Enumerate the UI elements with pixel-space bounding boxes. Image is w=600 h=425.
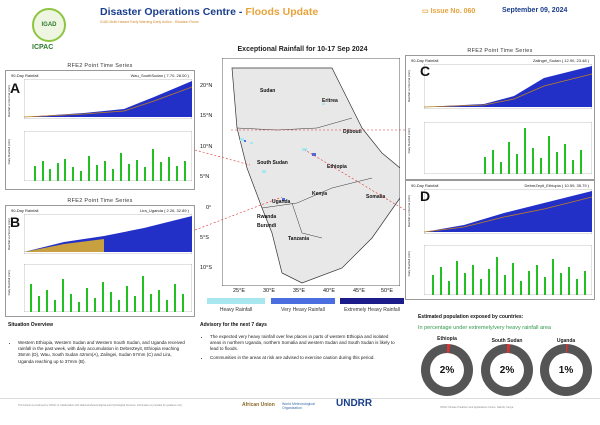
rainfall-map: Exceptional Rainfall for 10-17 Sep 2024 … bbox=[200, 46, 405, 316]
country-label-djibouti: Djibouti bbox=[343, 129, 362, 135]
panel-b-label: B bbox=[10, 214, 21, 230]
panel-b-y-bottom: Daily Rainfall (mm) bbox=[7, 270, 11, 296]
panel-d-cumulative-chart bbox=[424, 189, 592, 234]
advisory-text: The expected very heavy rainfall over fe… bbox=[200, 334, 400, 363]
legend-very-heavy-swatch bbox=[271, 298, 335, 304]
country-label-ethiopia: Ethiopia bbox=[327, 164, 347, 170]
panel-d-daily-chart bbox=[424, 245, 592, 295]
footer-left-text: This bulletin is produced by ICPAC in co… bbox=[18, 404, 183, 407]
igad-logo: IGAD bbox=[32, 8, 66, 42]
page-title: Disaster Operations Centre - Floods Upda… bbox=[100, 6, 319, 18]
country-label-burundi: Burundi bbox=[257, 223, 277, 229]
panel-d-y-top: Rainfall vs Normal (mm) bbox=[407, 195, 411, 228]
panel-d-right: DebreZeyit_Ethiopia ( 10.59, 35.79 ) bbox=[524, 183, 589, 188]
panel-d: 90-Day Rainfall DebreZeyit_Ethiopia ( 10… bbox=[405, 180, 595, 300]
panel-a: RFE2 Point Time Series 90-Day Rainfall W… bbox=[5, 63, 195, 190]
panel-a-left: 90-Day Rainfall bbox=[11, 73, 39, 78]
panel-b-cumulative-chart bbox=[24, 214, 192, 254]
lat-tick: 15°N bbox=[200, 113, 213, 119]
panel-a-bars bbox=[34, 149, 186, 181]
panel-b-bars bbox=[30, 276, 184, 312]
panel-b-right: Lira_Uganda ( 2.26, 32.89 ) bbox=[140, 208, 189, 213]
page-subtitle: IGAD Multi-Hazard Early Warning Early Ac… bbox=[100, 20, 199, 24]
lat-tick: 5°S bbox=[200, 235, 209, 241]
donut-ethiopia-value: 2% bbox=[430, 353, 464, 387]
issue-icon: ▭ bbox=[422, 8, 429, 15]
issue-number: ▭ Issue No. 060 bbox=[422, 8, 476, 15]
legend-heavy-swatch bbox=[207, 298, 265, 304]
lat-tick: 10°N bbox=[200, 144, 213, 150]
panel-a-cumulative-chart bbox=[24, 79, 192, 119]
lon-tick: 30°E bbox=[263, 288, 275, 294]
country-label-rwanda: Rwanda bbox=[257, 214, 277, 220]
advisory-heading: Advisory for the next 7 days bbox=[200, 322, 267, 328]
population-heading: Estimated population exposed by countrie… bbox=[418, 314, 524, 320]
panel-b-title: RFE2 Point Time Series bbox=[67, 198, 133, 204]
donut-uganda-value: 1% bbox=[549, 353, 583, 387]
country-label-somalia: Somalia bbox=[366, 194, 386, 200]
panel-a-y-bottom: Daily Rainfall (mm) bbox=[7, 139, 11, 165]
lat-tick: 10°S bbox=[200, 265, 212, 271]
lat-tick: 20°N bbox=[200, 83, 213, 89]
situation-text: Western Ethiopia, Western Sudan and West… bbox=[8, 340, 186, 367]
panel-c-bars bbox=[484, 128, 582, 174]
footer-right-text: ICPAC Climate Prediction and Application… bbox=[440, 406, 514, 409]
country-label-south-sudan: South Sudan bbox=[257, 160, 288, 166]
panel-a-daily-chart bbox=[24, 131, 192, 181]
panel-b-left: 90-Day Rainfall bbox=[11, 208, 39, 213]
donut-south-sudan: 2% bbox=[481, 344, 533, 396]
map-title: Exceptional Rainfall for 10-17 Sep 2024 bbox=[237, 46, 368, 53]
lon-tick: 35°E bbox=[293, 288, 305, 294]
panel-d-y-bottom: Daily Rainfall (mm) bbox=[407, 251, 411, 277]
situation-heading: Situation Overview bbox=[8, 322, 54, 328]
lon-tick: 40°E bbox=[323, 288, 335, 294]
map-svg bbox=[222, 58, 400, 286]
panel-c-y-bottom: Daily Rainfall (mm) bbox=[407, 128, 411, 154]
country-label-eritrea: Eritrea bbox=[322, 98, 338, 104]
donut-south-sudan-value: 2% bbox=[490, 353, 524, 387]
country-label-kenya: Kenya bbox=[312, 191, 328, 197]
population-subheading: In percentage under extremely/very heavy… bbox=[418, 325, 551, 331]
panel-c-label: C bbox=[420, 63, 431, 79]
panel-c-title: RFE2 Point Time Series bbox=[467, 48, 533, 54]
lat-tick: 0° bbox=[206, 205, 212, 211]
panel-d-label: D bbox=[420, 188, 431, 204]
issue-date: September 09, 2024 bbox=[502, 7, 568, 14]
panel-d-bars bbox=[432, 257, 586, 295]
panel-c-daily-chart bbox=[424, 122, 592, 174]
panel-c-cumulative-chart bbox=[424, 64, 592, 109]
advisory-bullet: The expected very heavy rainfall over fe… bbox=[210, 334, 400, 353]
pop-country-ethiopia: Ethiopia bbox=[437, 336, 457, 342]
lat-tick: 5°N bbox=[200, 174, 210, 180]
panel-b-daily-chart bbox=[24, 264, 192, 312]
lon-tick: 25°E bbox=[233, 288, 245, 294]
lon-tick: 45°E bbox=[353, 288, 365, 294]
icpac-label: ICPAC bbox=[32, 44, 54, 51]
lon-tick: 50°E bbox=[381, 288, 393, 294]
advisory-bullet: Communities in the areas at risk are adv… bbox=[210, 355, 400, 361]
panel-b: RFE2 Point Time Series 90-Day Rainfall L… bbox=[5, 198, 195, 317]
wmo-logo: World Meteorological Organization bbox=[282, 402, 315, 410]
legend-extreme-swatch bbox=[340, 298, 404, 304]
donut-uganda: 1% bbox=[540, 344, 592, 396]
donut-ethiopia: 2% bbox=[421, 344, 473, 396]
au-logo: African Union bbox=[242, 402, 275, 408]
country-label-tanzania: Tanzania bbox=[288, 236, 310, 242]
country-label-sudan: Sudan bbox=[260, 88, 276, 94]
country-label-uganda: Uganda bbox=[272, 199, 291, 205]
panel-c: RFE2 Point Time Series 90-Day Rainfall Z… bbox=[405, 48, 595, 180]
legend-extreme-label: Extremely Heavy Rainfall bbox=[344, 307, 400, 313]
legend-very-heavy-label: Very Heavy Rainfall bbox=[281, 307, 325, 313]
situation-bullet: Western Ethiopia, Western Sudan and West… bbox=[18, 340, 186, 365]
undrr-logo: UNDRR bbox=[336, 398, 373, 409]
panel-c-right: Zalingei_Sudan ( 12.90, 23.48 ) bbox=[532, 58, 589, 63]
panel-a-right: Wau_SouthSudan ( 7.70, 28.00 ) bbox=[130, 73, 189, 78]
panel-a-label: A bbox=[10, 80, 21, 96]
legend-heavy-label: Heavy Rainfall bbox=[219, 307, 253, 313]
panel-a-title: RFE2 Point Time Series bbox=[67, 63, 133, 69]
panel-c-y-top: Rainfall vs Normal (mm) bbox=[407, 70, 411, 103]
